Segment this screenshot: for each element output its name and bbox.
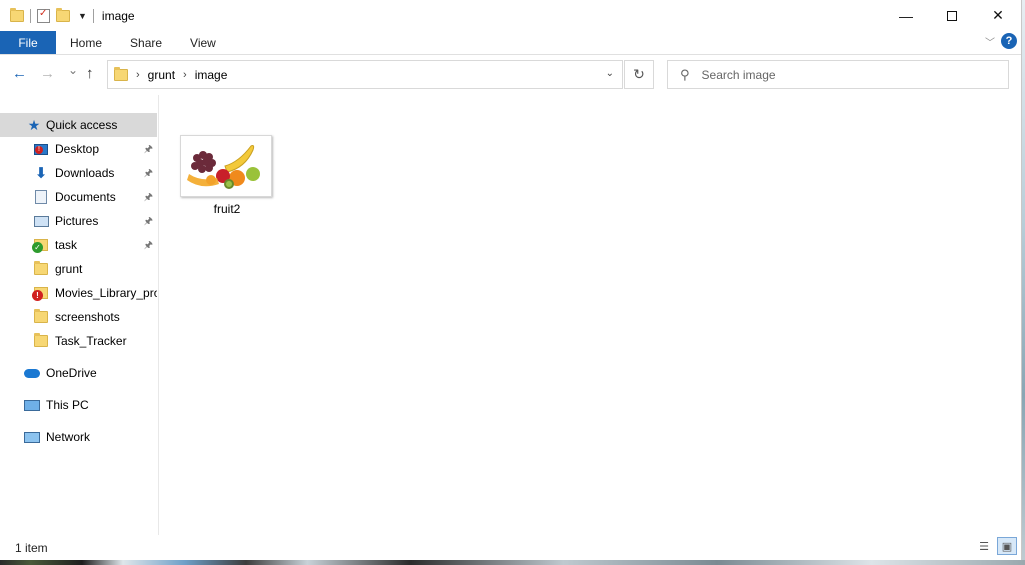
sidebar-item-desktop[interactable]: Desktop 🖈	[0, 137, 157, 161]
up-button[interactable]: ↑	[86, 65, 94, 82]
chevron-down-icon[interactable]: ﹀	[985, 34, 995, 49]
search-icon: ⚲	[680, 66, 690, 82]
star-icon: ★	[27, 116, 41, 133]
folder-error-icon	[32, 285, 49, 301]
sidebar-item-label: Task_Tracker	[55, 334, 127, 348]
sidebar-item-screenshots[interactable]: screenshots	[0, 305, 157, 329]
sidebar-item-pictures[interactable]: Pictures 🖈	[0, 209, 157, 233]
details-view-button[interactable]: ☰	[974, 537, 994, 555]
maximize-button[interactable]	[929, 0, 975, 31]
sidebar-item-label: Downloads	[55, 166, 115, 180]
fruit-image	[181, 136, 271, 196]
ribbon: File Home Share View ﹀ ?	[0, 31, 1021, 55]
pin-icon[interactable]: 🖈	[144, 238, 153, 255]
forward-button[interactable]: →	[40, 65, 55, 82]
image-thumbnail	[180, 135, 272, 197]
sidebar-item-quick-access[interactable]: ★ Quick access	[0, 113, 157, 137]
quick-access-toolbar: ▼	[0, 7, 94, 23]
pin-icon[interactable]: 🖈	[144, 166, 153, 183]
file-name[interactable]: fruit2	[180, 202, 274, 216]
breadcrumb-image[interactable]: image	[195, 68, 228, 82]
pictures-icon	[33, 213, 49, 229]
sidebar-item-task-tracker[interactable]: Task_Tracker	[0, 329, 157, 353]
sidebar-item-label: Quick access	[46, 118, 118, 132]
toolbar-separator	[30, 8, 31, 23]
pin-icon[interactable]: 🖈	[144, 214, 153, 231]
maximize-icon	[947, 10, 957, 21]
tab-file[interactable]: File	[0, 31, 56, 54]
pin-icon[interactable]: 🖈	[144, 190, 153, 207]
window-title: image	[101, 8, 135, 23]
sidebar-item-label: Documents	[55, 190, 116, 204]
sidebar-item-onedrive[interactable]: OneDrive	[0, 361, 157, 385]
sidebar-item-label: Network	[46, 430, 91, 444]
sidebar-item-label: Desktop	[55, 142, 100, 156]
sidebar-item-label: grunt	[55, 262, 83, 276]
sidebar-item-downloads[interactable]: ⬇ Downloads 🖈	[0, 161, 157, 185]
window-controls: — ✕	[883, 0, 1021, 31]
item-count: 1 item	[15, 540, 48, 555]
sidebar-item-label: This PC	[46, 398, 89, 412]
sidebar-item-label: OneDrive	[46, 366, 97, 380]
tab-home[interactable]: Home	[56, 31, 116, 54]
folder-sync-icon	[32, 237, 49, 253]
sidebar-item-label: screenshots	[55, 310, 120, 324]
sidebar-item-network[interactable]: Network	[0, 425, 157, 449]
folder-icon	[10, 7, 24, 22]
search-input[interactable]: Search image	[702, 68, 776, 82]
sidebar-item-label: task	[55, 238, 78, 252]
file-explorer-window: ▼ image — ✕ File Home Share View ﹀ ? ← →…	[0, 0, 1022, 560]
folder-icon	[33, 309, 49, 325]
properties-icon[interactable]	[37, 8, 50, 23]
tab-view[interactable]: View	[176, 31, 230, 54]
view-switcher: ☰ ▣	[974, 537, 1017, 555]
back-button[interactable]: ←	[12, 65, 27, 82]
large-icons-view-button[interactable]: ▣	[997, 537, 1017, 555]
sidebar-item-label: Pictures	[55, 214, 99, 228]
navigation-bar: ← → ⌄ ↑ › grunt › image ⌄ ↻ ⚲ Search ima…	[0, 55, 1021, 95]
document-icon	[33, 189, 49, 205]
close-button[interactable]: ✕	[975, 0, 1021, 31]
sidebar-item-movies-library[interactable]: Movies_Library_pro	[0, 281, 157, 305]
breadcrumb-separator[interactable]: ›	[136, 69, 140, 81]
network-icon	[24, 429, 40, 445]
file-list-pane[interactable]: fruit2	[160, 95, 1022, 535]
sidebar-item-this-pc[interactable]: This PC	[0, 393, 157, 417]
refresh-button[interactable]: ↻	[624, 60, 654, 89]
pin-icon[interactable]: 🖈	[144, 142, 153, 159]
status-bar: 1 item ☰ ▣	[0, 535, 1021, 560]
sidebar-item-label: Movies_Library_pro	[55, 286, 157, 300]
folder-icon	[33, 333, 49, 349]
folder-icon	[114, 66, 128, 81]
folder-icon	[33, 261, 49, 277]
navigation-pane: ★ Quick access Desktop 🖈 ⬇ Downloads 🖈 D…	[0, 95, 159, 535]
computer-icon	[24, 397, 40, 413]
desktop-icon	[33, 141, 49, 157]
address-history-dropdown[interactable]: ⌄	[606, 68, 614, 79]
address-bar[interactable]: › grunt › image ⌄	[107, 60, 623, 89]
minimize-button[interactable]: —	[883, 0, 929, 31]
new-folder-icon[interactable]	[56, 7, 70, 22]
download-icon: ⬇	[34, 165, 48, 182]
sidebar-item-task[interactable]: task 🖈	[0, 233, 157, 257]
search-box[interactable]: ⚲ Search image	[667, 60, 1009, 89]
recent-locations-button[interactable]: ⌄	[68, 63, 78, 77]
tab-share[interactable]: Share	[116, 31, 176, 54]
customize-toolbar-dropdown[interactable]: ▼	[78, 11, 87, 21]
file-item[interactable]: fruit2	[180, 135, 274, 219]
sidebar-item-documents[interactable]: Documents 🖈	[0, 185, 157, 209]
help-button[interactable]: ?	[1001, 33, 1017, 49]
toolbar-separator	[92, 8, 94, 23]
breadcrumb-grunt[interactable]: grunt	[148, 68, 175, 82]
title-bar: ▼ image — ✕	[0, 0, 1021, 31]
sidebar-item-grunt[interactable]: grunt	[0, 257, 157, 281]
breadcrumb-separator[interactable]: ›	[183, 69, 187, 81]
ribbon-right: ﹀ ?	[985, 33, 1017, 49]
taskbar-strip	[0, 560, 1025, 565]
cloud-icon	[24, 365, 40, 381]
